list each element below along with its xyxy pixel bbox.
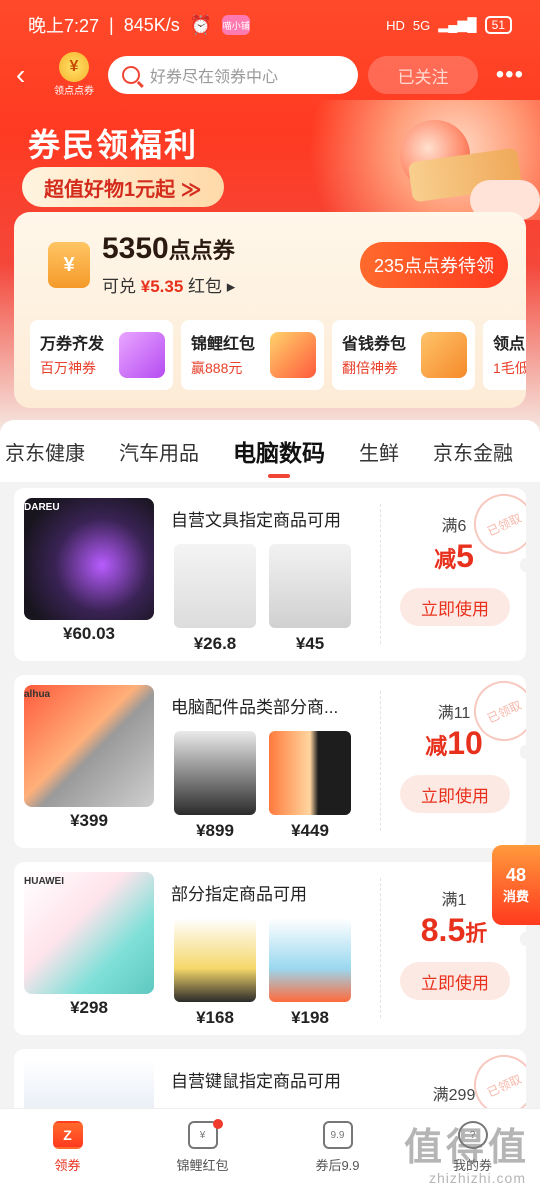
nav-coupons[interactable]: Z 领券	[0, 1109, 135, 1200]
feature-card-mega-coupons[interactable]: 万券齐发 百万神券	[30, 320, 173, 390]
nav-koi-redpacket[interactable]: ¥ 锦鲤红包	[135, 1109, 270, 1200]
status-time: 晚上7:27	[28, 16, 100, 36]
alarm-icon: ⏰	[189, 14, 213, 35]
wallet-icon	[421, 332, 467, 378]
product-image[interactable]	[269, 918, 351, 1002]
banner-title: 券民领福利	[28, 127, 199, 163]
use-now-button[interactable]: 立即使用	[400, 588, 510, 626]
coupon-card[interactable]: alhua ¥399 电脑配件品类部分商... ¥899 ¥449 满11 减1…	[14, 675, 526, 848]
points-exchange-link[interactable]: 可兑 ¥5.35 红包 ▸	[102, 272, 235, 297]
product-image[interactable]	[174, 544, 256, 628]
product-price: ¥399	[70, 811, 108, 830]
product-image[interactable]	[24, 872, 154, 994]
festival-illustration	[260, 100, 540, 220]
coupon-title: 自营键鼠指定商品可用	[171, 1072, 341, 1091]
status-bar: 晚上7:27 | 845K/s ⏰ 喵小铺 HD 5G ▂▄▆█ 51	[0, 0, 540, 50]
product-price: ¥198	[291, 1008, 329, 1027]
claim-points-button[interactable]: 235点点券待领	[359, 242, 508, 288]
tab-jd-health[interactable]: 京东健康	[0, 437, 102, 466]
back-arrow-icon[interactable]: ‹	[16, 59, 40, 91]
follow-button[interactable]: 已关注	[368, 56, 478, 94]
coupon-card[interactable]: DAREU ¥60.03 自营文具指定商品可用 ¥26.8 ¥45 满6 减5 …	[14, 488, 526, 661]
search-placeholder: 好券尽在领券中心	[150, 69, 279, 86]
logo-label: 领点点券	[54, 86, 94, 97]
watermark-logo: 值得值	[403, 1127, 530, 1169]
feature-card-more[interactable]: 领点 1毛低	[483, 320, 526, 390]
tab-fresh-food[interactable]: 生鲜	[342, 437, 416, 466]
network-speed: 845K/s	[123, 14, 180, 35]
tab-computer-digital[interactable]: 电脑数码	[216, 434, 342, 468]
koi-icon	[270, 332, 316, 378]
coupon-card[interactable]: HUAWEI ¥298 部分指定商品可用 ¥168 ¥198 满1 8.5折 立…	[14, 862, 526, 1035]
app-notification-icon: 喵小铺	[222, 15, 251, 35]
product-image[interactable]	[174, 918, 256, 1002]
hd-indicator: HD	[386, 17, 405, 33]
coin-icon: ¥	[59, 52, 89, 82]
points-coupon-icon: ¥	[48, 242, 90, 288]
ticket-icon	[119, 332, 165, 378]
nav-after-coupon-9-9[interactable]: 9.9 券后9.9	[270, 1109, 405, 1200]
tab-auto-supplies[interactable]: 汽车用品	[102, 437, 216, 466]
tab-jd-finance[interactable]: 京东金融	[416, 437, 530, 466]
more-options-icon[interactable]: •••	[488, 61, 524, 89]
points-card: ¥ 5350点点券 可兑 ¥5.35 红包 ▸ 235点点券待领 万券齐发 百万…	[14, 212, 526, 408]
product-price: ¥449	[291, 821, 329, 840]
brand-logo: DAREU	[24, 502, 60, 513]
product-price: ¥45	[295, 634, 325, 653]
product-image[interactable]	[174, 731, 256, 815]
product-price: ¥26.8	[193, 634, 237, 653]
points-coupon-logo[interactable]: ¥ 领点点券	[50, 52, 98, 98]
product-image[interactable]	[269, 544, 351, 628]
battery-indicator: 51	[484, 16, 512, 34]
notification-dot	[212, 1119, 223, 1129]
feature-row: 万券齐发 百万神券 锦鲤红包 赢888元 省钱券包 翻倍神券 领点 1毛低	[30, 320, 526, 390]
feature-card-koi-redpacket[interactable]: 锦鲤红包 赢888元	[181, 320, 324, 390]
signal-icon: ▂▄▆█	[438, 17, 477, 32]
points-amount: 5350点点券	[102, 232, 235, 265]
network-type: 5G	[412, 17, 431, 33]
product-image[interactable]	[269, 731, 351, 815]
floating-reward-badge[interactable]: 48 消费	[492, 845, 540, 925]
banner-promo-pill[interactable]: 超值好物1元起 ≫	[22, 167, 224, 207]
watermark-url: zhizhizhi.com	[428, 1170, 526, 1186]
top-navigation: ‹ ¥ 领点点券 好券尽在领券中心 已关注 •••	[0, 52, 540, 98]
coupon-icon: Z	[52, 1121, 83, 1149]
product-price: ¥168	[196, 1008, 234, 1027]
coupon-title: 部分指定商品可用	[171, 885, 307, 904]
product-price: ¥899	[196, 821, 234, 840]
product-image[interactable]	[24, 498, 154, 620]
coupon-title: 自营文具指定商品可用	[171, 511, 341, 530]
search-bar[interactable]: 好券尽在领券中心	[108, 56, 358, 94]
price-tag-icon: 9.9	[322, 1121, 353, 1149]
category-tabs: 京东健康 汽车用品 电脑数码 生鲜 京东金融	[0, 420, 540, 482]
brand-logo: HUAWEI	[24, 876, 64, 887]
brand-logo: alhua	[24, 689, 51, 700]
product-price: ¥60.03	[63, 624, 115, 643]
search-icon	[122, 66, 140, 84]
product-price: ¥298	[70, 998, 108, 1017]
coupon-title: 电脑配件品类部分商...	[171, 698, 339, 717]
feature-card-saving-pack[interactable]: 省钱券包 翻倍神券	[332, 320, 475, 390]
use-now-button[interactable]: 立即使用	[400, 962, 510, 1000]
product-image[interactable]	[24, 685, 154, 807]
use-now-button[interactable]: 立即使用	[400, 775, 510, 813]
